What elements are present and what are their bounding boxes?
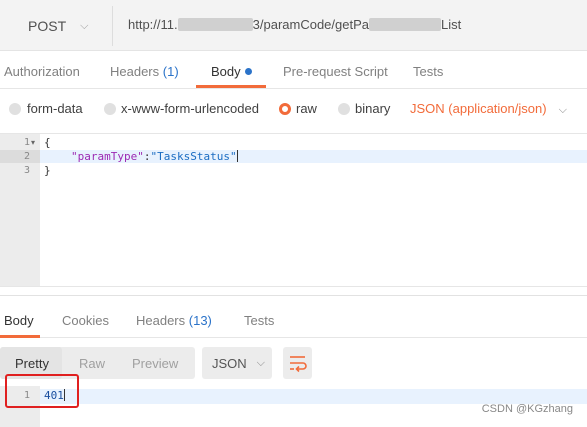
response-format-dropdown[interactable]: JSON ⌵	[202, 347, 272, 379]
radio-raw[interactable]	[279, 103, 291, 115]
tab-tests[interactable]: Tests	[413, 64, 443, 79]
line-number: 3	[23, 165, 30, 176]
chevron-down-icon: ⌵	[256, 356, 266, 369]
line-number: 2	[23, 151, 30, 162]
radio-urlencoded[interactable]	[104, 103, 116, 115]
response-tab-tests[interactable]: Tests	[244, 313, 274, 328]
url-bar: POST ⌵ http://11. 3/paramCode/getPa List	[0, 0, 587, 51]
active-line-highlight	[40, 389, 587, 404]
response-tab-cookies[interactable]: Cookies	[62, 313, 109, 328]
code-line: }	[44, 164, 51, 177]
url-input[interactable]: http://11. 3/paramCode/getPa List	[128, 17, 461, 32]
response-tab-body[interactable]: Body	[4, 313, 34, 328]
modified-dot-icon	[244, 68, 252, 75]
tab-label: Cookies	[62, 313, 109, 328]
tab-pre-request-script[interactable]: Pre-request Script	[283, 64, 388, 79]
url-suffix: List	[441, 17, 462, 32]
response-tabs: Body Cookies Headers (13) Tests	[0, 297, 587, 338]
redacted-blur	[369, 18, 441, 31]
pane-splitter[interactable]	[0, 295, 587, 296]
headers-count: (13)	[188, 313, 212, 328]
tab-label: Tests	[413, 64, 444, 79]
line-number: 1	[23, 137, 30, 148]
label-raw[interactable]: raw	[296, 101, 317, 116]
view-raw-button[interactable]: Raw	[79, 356, 105, 371]
redacted-blur	[177, 18, 253, 31]
request-tabs: Authorization Headers (1) Body Pre-reque…	[0, 54, 587, 89]
method-label: POST	[28, 18, 67, 34]
url-middle: 3/paramCode/getPa	[252, 17, 369, 32]
request-body-editor[interactable]: 1 ▾ { 2 "paramType":"TasksStatus" 3 }	[0, 133, 587, 287]
fold-arrow-icon[interactable]: ▾	[31, 138, 35, 147]
json-value: "TasksStatus"	[150, 150, 237, 163]
label-urlencoded[interactable]: x-www-form-urlencoded	[121, 101, 259, 116]
tab-label: Authorization	[4, 64, 80, 79]
radio-binary[interactable]	[338, 103, 350, 115]
headers-count: (1)	[162, 64, 179, 79]
view-preview-button[interactable]: Preview	[132, 356, 178, 371]
content-type-dropdown[interactable]: JSON (application/json) ⌵	[410, 101, 567, 117]
tab-label: Body	[4, 313, 34, 328]
tab-label: Body	[211, 64, 241, 79]
label-form-data[interactable]: form-data	[27, 101, 83, 116]
view-pretty-button[interactable]: Pretty	[15, 356, 49, 371]
label-binary[interactable]: binary	[355, 101, 390, 116]
json-key: "paramType"	[71, 150, 144, 163]
watermark: CSDN @KGzhang	[481, 403, 573, 415]
tab-label: Headers	[110, 64, 160, 79]
radio-form-data[interactable]	[9, 103, 21, 115]
format-label: JSON	[212, 355, 247, 371]
tab-label: Tests	[244, 313, 275, 328]
wrap-icon	[290, 356, 307, 373]
url-prefix: http://11.	[128, 17, 178, 32]
code-line: {	[44, 136, 51, 149]
active-response-tab-indicator	[0, 335, 40, 338]
response-tab-headers[interactable]: Headers (13)	[136, 313, 212, 328]
code-line: "paramType":"TasksStatus"	[71, 150, 238, 163]
chevron-down-icon: ⌵	[558, 104, 567, 116]
wrap-lines-button[interactable]	[283, 347, 312, 379]
chevron-down-icon: ⌵	[80, 19, 89, 32]
active-tab-indicator	[196, 85, 266, 88]
text-caret	[236, 150, 238, 162]
tab-headers[interactable]: Headers (1)	[110, 64, 179, 79]
content-type-label: JSON (application/json)	[410, 101, 547, 116]
tab-label: Headers	[136, 313, 186, 328]
tab-label: Pre-request Script	[283, 64, 388, 79]
tab-authorization[interactable]: Authorization	[4, 64, 80, 79]
red-highlight-box	[5, 374, 79, 408]
method-dropdown[interactable]: POST ⌵	[0, 6, 113, 46]
tab-body[interactable]: Body	[211, 64, 252, 79]
